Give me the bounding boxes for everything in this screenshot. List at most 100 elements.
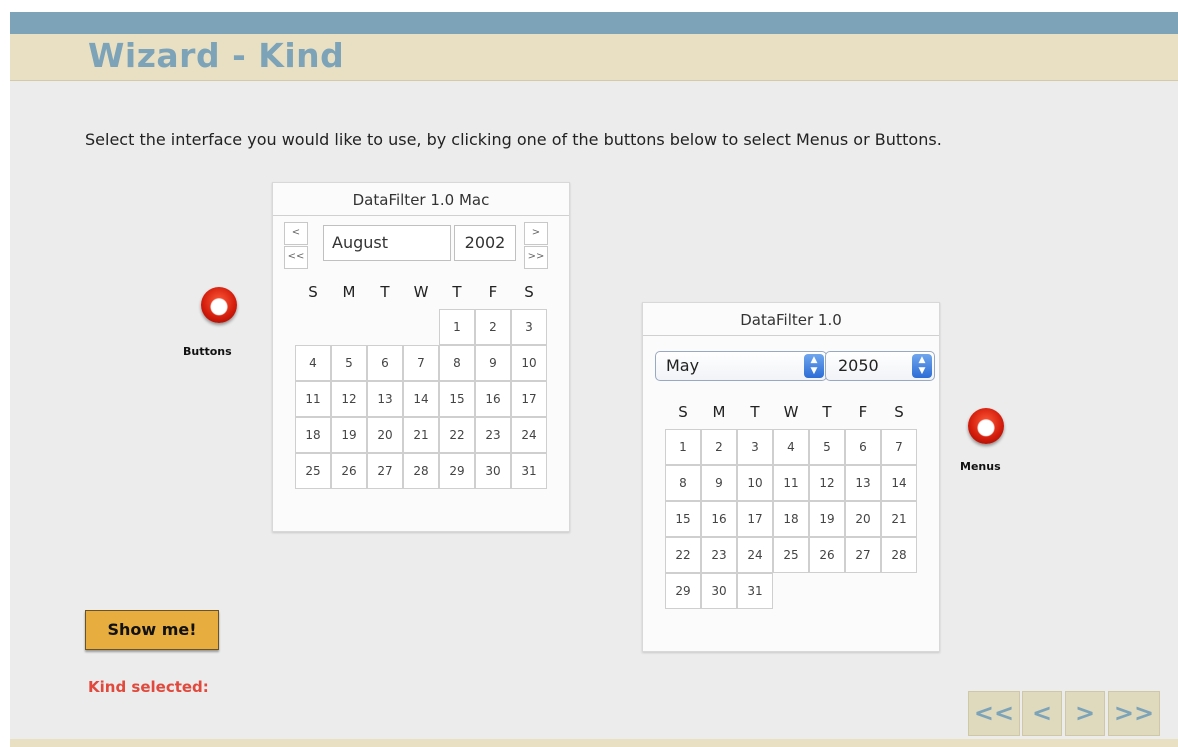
day-cell[interactable]: 25 — [773, 537, 809, 573]
day-cell[interactable]: 23 — [701, 537, 737, 573]
day-cell[interactable]: 11 — [773, 465, 809, 501]
day-cell[interactable]: 28 — [881, 537, 917, 573]
day-cell[interactable]: 27 — [845, 537, 881, 573]
day-cell[interactable]: 14 — [881, 465, 917, 501]
day-cell[interactable]: 3 — [737, 429, 773, 465]
month-field[interactable]: August — [323, 225, 451, 261]
weekday-label: S — [894, 403, 904, 421]
menus-label: Menus — [960, 460, 1001, 473]
mac-calendar-preview: DataFilter 1.0 Mac < << August 2002 > >>… — [272, 182, 570, 532]
day-cell[interactable]: 20 — [367, 417, 403, 453]
page-title: Wizard - Kind — [88, 36, 345, 75]
day-cell[interactable]: 24 — [737, 537, 773, 573]
weekday-label: S — [308, 283, 318, 301]
day-cell[interactable]: 25 — [295, 453, 331, 489]
day-cell[interactable]: 8 — [665, 465, 701, 501]
select-arrows-icon: ▲ ▼ — [912, 354, 932, 378]
day-cell[interactable]: 29 — [439, 453, 475, 489]
day-cell[interactable]: 9 — [475, 345, 511, 381]
day-cell[interactable]: 21 — [881, 501, 917, 537]
prev-year-button[interactable]: << — [284, 246, 308, 269]
year-select-value: 2050 — [838, 356, 879, 375]
nav-last-button[interactable]: >> — [1108, 691, 1160, 736]
month-select[interactable]: May ▲ ▼ — [655, 351, 827, 381]
day-cell[interactable]: 4 — [295, 345, 331, 381]
day-cell[interactable]: 13 — [845, 465, 881, 501]
day-cell[interactable]: 8 — [439, 345, 475, 381]
day-cell[interactable]: 17 — [511, 381, 547, 417]
day-cell[interactable]: 19 — [809, 501, 845, 537]
day-cell[interactable]: 24 — [511, 417, 547, 453]
day-cell[interactable]: 5 — [809, 429, 845, 465]
day-cell[interactable]: 26 — [331, 453, 367, 489]
show-me-button[interactable]: Show me! — [85, 610, 219, 650]
day-cell[interactable]: 19 — [331, 417, 367, 453]
weekday-label: W — [413, 283, 429, 301]
day-cell[interactable]: 9 — [701, 465, 737, 501]
day-cell[interactable]: 16 — [701, 501, 737, 537]
day-cell[interactable]: 23 — [475, 417, 511, 453]
weekday-label: M — [342, 283, 356, 301]
nav-first-button[interactable]: << — [968, 691, 1020, 736]
day-cell[interactable]: 6 — [367, 345, 403, 381]
select-arrows-icon: ▲ ▼ — [804, 354, 824, 378]
day-cell[interactable]: 18 — [773, 501, 809, 537]
menus-radio-button[interactable] — [968, 408, 1004, 444]
day-cell[interactable]: 28 — [403, 453, 439, 489]
day-cell[interactable]: 10 — [511, 345, 547, 381]
day-cell[interactable]: 7 — [881, 429, 917, 465]
day-cell[interactable]: 2 — [475, 309, 511, 345]
instructions-text: Select the interface you would like to u… — [85, 130, 942, 149]
menus-calendar-title: DataFilter 1.0 — [740, 311, 842, 329]
next-year-button[interactable]: >> — [524, 246, 548, 269]
month-select-value: May — [666, 356, 700, 375]
day-cell[interactable]: 2 — [701, 429, 737, 465]
buttons-radio-button[interactable] — [201, 287, 237, 323]
year-select[interactable]: 2050 ▲ ▼ — [825, 351, 935, 381]
day-cell[interactable]: 4 — [773, 429, 809, 465]
day-cell[interactable]: 11 — [295, 381, 331, 417]
day-cell[interactable]: 13 — [367, 381, 403, 417]
day-cell[interactable]: 17 — [737, 501, 773, 537]
mac-calendar-title: DataFilter 1.0 Mac — [352, 191, 490, 209]
day-cell[interactable]: 1 — [665, 429, 701, 465]
menus-calendar-preview: DataFilter 1.0 May ▲ ▼ 2050 ▲ ▼ SMTWTFS 12… — [642, 302, 940, 652]
day-cell[interactable]: 22 — [665, 537, 701, 573]
day-cell[interactable]: 15 — [439, 381, 475, 417]
day-cell[interactable]: 5 — [331, 345, 367, 381]
year-field[interactable]: 2002 — [454, 225, 516, 261]
day-cell[interactable]: 7 — [403, 345, 439, 381]
kind-selected-label: Kind selected: — [88, 678, 209, 696]
nav-next-button[interactable]: > — [1065, 691, 1105, 736]
day-cell[interactable]: 20 — [845, 501, 881, 537]
bottom-accent-bar — [10, 739, 1178, 747]
day-cell[interactable]: 30 — [475, 453, 511, 489]
weekday-label: M — [712, 403, 726, 421]
title-bar: Wizard - Kind — [10, 34, 1178, 81]
day-cell[interactable]: 27 — [367, 453, 403, 489]
day-cell[interactable]: 22 — [439, 417, 475, 453]
next-month-button[interactable]: > — [524, 222, 548, 245]
nav-prev-button[interactable]: < — [1022, 691, 1062, 736]
day-cell[interactable]: 26 — [809, 537, 845, 573]
day-cell[interactable]: 10 — [737, 465, 773, 501]
day-cell[interactable]: 12 — [331, 381, 367, 417]
weekday-label: S — [524, 283, 534, 301]
day-cell[interactable]: 21 — [403, 417, 439, 453]
prev-month-button[interactable]: < — [284, 222, 308, 245]
wizard-panel: Wizard - Kind Select the interface you w… — [10, 12, 1178, 747]
day-cell[interactable]: 18 — [295, 417, 331, 453]
day-cell[interactable]: 1 — [439, 309, 475, 345]
day-cell[interactable]: 12 — [809, 465, 845, 501]
day-cell[interactable]: 14 — [403, 381, 439, 417]
day-cell[interactable]: 30 — [701, 573, 737, 609]
day-cell[interactable]: 15 — [665, 501, 701, 537]
day-cell[interactable]: 31 — [511, 453, 547, 489]
day-cell[interactable]: 16 — [475, 381, 511, 417]
title-divider — [273, 215, 569, 216]
day-cell[interactable]: 6 — [845, 429, 881, 465]
day-cell[interactable]: 29 — [665, 573, 701, 609]
day-cell[interactable]: 31 — [737, 573, 773, 609]
weekday-label: F — [488, 283, 498, 301]
day-cell[interactable]: 3 — [511, 309, 547, 345]
